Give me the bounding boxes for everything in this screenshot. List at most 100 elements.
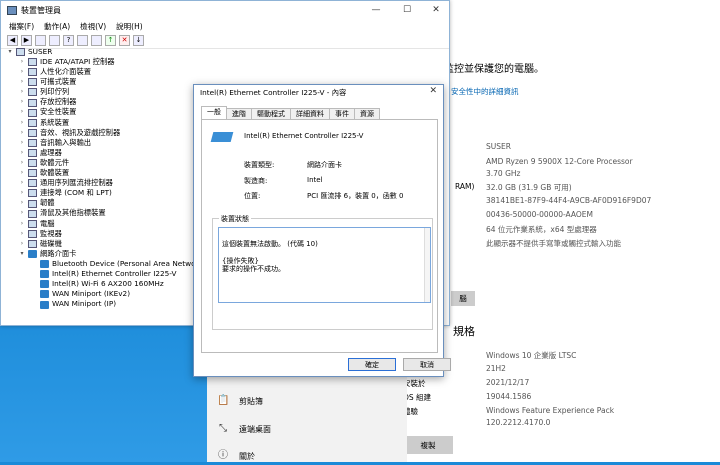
copy-button[interactable]: 複製 — [403, 436, 453, 454]
tab-general[interactable]: 一般 — [201, 106, 227, 119]
tree-root[interactable]: ▾ SUSER — [7, 47, 52, 57]
tree-item[interactable]: › 滑鼠及其他指標裝置 — [19, 208, 106, 219]
tree-item-label: 音效、視訊及遊戲控制器 — [40, 127, 121, 137]
dialog-close-icon[interactable]: ✕ — [429, 86, 437, 96]
network-adapter-icon — [210, 132, 234, 142]
device-category-icon — [28, 229, 37, 238]
expand-chevron-icon[interactable]: › — [19, 219, 25, 229]
tree-item[interactable]: › 系統裝置 — [19, 118, 69, 128]
tree-item-network-device[interactable]: Intel(R) Wi-Fi 6 AX200 160MHz — [31, 279, 164, 289]
device-category-icon — [40, 280, 49, 289]
expand-chevron-icon[interactable]: › — [19, 229, 25, 239]
expand-chevron-icon[interactable]: › — [19, 97, 25, 107]
tree-item[interactable]: › 音訊輸入與輸出 — [19, 138, 91, 148]
tree-item-network-device[interactable]: WAN Miniport (IP) — [31, 299, 116, 310]
tree-item[interactable]: › 軟體元件 — [19, 158, 69, 168]
menu-action[interactable]: 動作(A) — [44, 21, 70, 32]
help-icon[interactable]: ? — [63, 35, 74, 46]
nav-clipboard[interactable]: 📋 剪貼簿 — [217, 392, 263, 410]
tab-details[interactable]: 詳細資料 — [290, 108, 330, 119]
tree-item[interactable]: › 監視器 — [19, 229, 62, 239]
security-link[interactable]: 安全性中的詳細資訊 — [451, 86, 519, 97]
tree-item[interactable]: › 磁碟機 — [19, 239, 62, 249]
tree-item-label: 人性化介面裝置 — [40, 67, 92, 77]
cancel-button[interactable]: 取消 — [403, 358, 451, 371]
expand-chevron-icon[interactable]: ▾ — [7, 47, 13, 57]
tree-item-label: Intel(R) Ethernet Controller I225-V — [52, 269, 177, 279]
menu-file[interactable]: 檔案(F) — [9, 21, 34, 32]
tree-item[interactable]: › 列印佇列 — [19, 87, 69, 97]
tree-item[interactable]: › IDE ATA/ATAPI 控制器 — [19, 57, 115, 67]
expand-chevron-icon[interactable]: › — [19, 138, 25, 148]
properties-icon[interactable] — [49, 35, 60, 46]
tree-item-network-device[interactable]: WAN Miniport (IKEv2) — [31, 289, 130, 299]
tree-item-label: 磁碟機 — [40, 238, 62, 248]
tree-item[interactable]: › 電腦 — [19, 219, 55, 229]
tree-item[interactable]: › 處理器 — [19, 148, 62, 158]
monitor-icon[interactable] — [77, 35, 88, 46]
tab-driver[interactable]: 驅動程式 — [251, 108, 291, 119]
expand-chevron-icon[interactable]: ▾ — [19, 249, 25, 259]
tree-item[interactable]: › 軟體裝置 — [19, 168, 69, 178]
tree-item[interactable]: › 通用序列匯流排控制器 — [19, 178, 113, 188]
tab-resources[interactable]: 資源 — [354, 108, 380, 119]
settings-nav-panel: 📋 剪貼簿 ⤡ 遠端桌面 ⓘ 關於 — [207, 370, 407, 462]
expand-chevron-icon[interactable]: › — [19, 208, 25, 218]
device-category-icon — [28, 169, 37, 178]
scan-icon[interactable] — [91, 35, 102, 46]
device-category-icon — [28, 189, 37, 198]
expand-chevron-icon[interactable]: › — [19, 239, 25, 249]
close-button[interactable]: ✕ — [421, 1, 451, 19]
device-category-icon — [28, 250, 37, 258]
expand-chevron-icon[interactable]: › — [19, 188, 25, 198]
tree-item-network-device[interactable]: Bluetooth Device (Personal Area Network) — [31, 259, 206, 269]
expand-chevron-icon[interactable]: › — [19, 118, 25, 128]
expand-chevron-icon[interactable]: › — [19, 107, 25, 117]
nav-remote-desktop[interactable]: ⤡ 遠端桌面 — [217, 420, 271, 438]
nav-about[interactable]: ⓘ 關於 — [217, 447, 255, 465]
expand-chevron-icon[interactable]: › — [19, 57, 25, 67]
back-icon[interactable]: ◀ — [7, 35, 18, 46]
device-category-icon — [28, 98, 37, 107]
tree-item[interactable]: › 安全性裝置 — [19, 107, 76, 118]
tree-item-network-device[interactable]: Intel(R) Ethernet Controller I225-V — [31, 269, 176, 279]
maximize-button[interactable]: ☐ — [392, 1, 422, 19]
expand-chevron-icon[interactable]: › — [19, 168, 25, 178]
tree-item-label: 音訊輸入與輸出 — [40, 137, 92, 147]
tree-item[interactable]: › 存放控制器 — [19, 97, 76, 108]
ok-button[interactable]: 確定 — [348, 358, 396, 371]
tree-item[interactable]: › 可攜式裝置 — [19, 77, 76, 87]
tree-item[interactable]: › 連接埠 (COM 和 LPT) — [19, 188, 112, 198]
location-value: PCI 匯流排 6，裝置 0，函數 0 — [307, 192, 404, 200]
expand-chevron-icon[interactable]: › — [19, 158, 25, 168]
view-icon[interactable] — [35, 35, 46, 46]
minimize-button[interactable]: — — [361, 1, 391, 19]
expand-chevron-icon[interactable]: › — [19, 128, 25, 138]
winspec-value: 21H2 — [486, 364, 506, 373]
tree-item-label: 可攜式裝置 — [40, 77, 77, 87]
status-scrollbar[interactable] — [424, 228, 430, 302]
update-driver-icon[interactable]: ↑ — [105, 35, 116, 46]
expand-chevron-icon[interactable]: › — [19, 148, 25, 158]
uninstall-icon[interactable]: ✕ — [119, 35, 130, 46]
manufacturer-value: Intel — [307, 176, 323, 184]
expand-chevron-icon[interactable]: › — [19, 178, 25, 188]
tab-advanced[interactable]: 進階 — [226, 108, 252, 119]
device-status-text[interactable]: 這個裝置無法啟動。 (代碼 10) {操作失敗} 要求的操作不成功。 — [218, 227, 431, 303]
tree-item-network-adapters[interactable]: ▾ 網路介面卡 — [19, 249, 76, 259]
tree-item[interactable]: › 音效、視訊及遊戲控制器 — [19, 128, 120, 138]
expand-chevron-icon[interactable]: › — [19, 77, 25, 87]
spec-value: 32.0 GB (31.9 GB 可用) — [486, 183, 572, 192]
menu-view[interactable]: 檢視(V) — [80, 21, 106, 32]
expand-chevron-icon[interactable]: › — [19, 67, 25, 77]
device-category-icon — [28, 159, 37, 168]
tree-item[interactable]: › 人性化介面裝置 — [19, 67, 91, 77]
expand-chevron-icon[interactable]: › — [19, 87, 25, 97]
tree-item[interactable]: › 韌體 — [19, 198, 55, 209]
menu-help[interactable]: 說明(H) — [116, 21, 143, 32]
expand-chevron-icon[interactable]: › — [19, 198, 25, 208]
disable-icon[interactable]: ↓ — [133, 35, 144, 46]
rename-pc-button[interactable]: 腦 — [451, 291, 475, 306]
forward-icon[interactable]: ▶ — [21, 35, 32, 46]
tab-events[interactable]: 事件 — [329, 108, 355, 119]
